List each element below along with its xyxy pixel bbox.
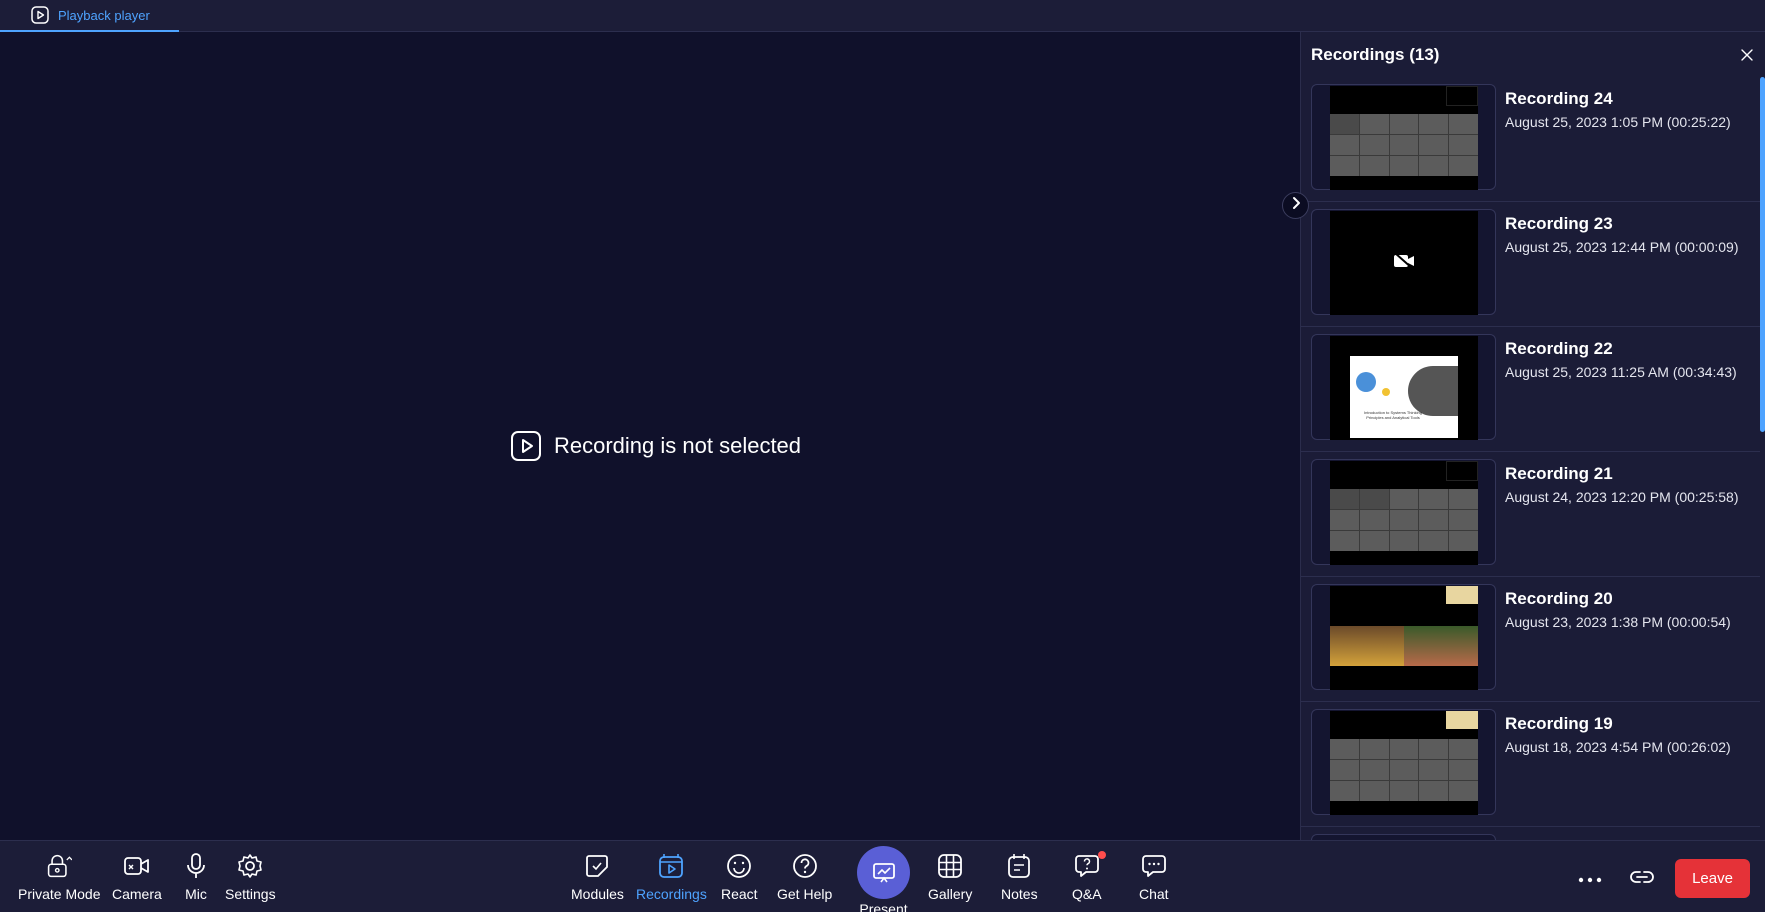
notes-label: Notes — [1001, 886, 1038, 902]
tab-label: Playback player — [58, 7, 150, 23]
play-square-icon — [30, 5, 50, 25]
qa-button[interactable]: Q&A — [1072, 851, 1106, 902]
recording-date: August 25, 2023 11:25 AM (00:34:43) — [1505, 364, 1737, 380]
present-icon — [857, 846, 910, 899]
private-mode-button[interactable]: Private Mode — [18, 853, 100, 902]
camera-button[interactable]: Camera — [112, 853, 162, 902]
chat-label: Chat — [1139, 886, 1169, 902]
recording-name: Recording 20 — [1505, 589, 1613, 608]
recording-thumbnail — [1311, 459, 1496, 565]
recording-item[interactable]: Recording 19 August 18, 2023 4:54 PM (00… — [1301, 702, 1761, 827]
recording-date: August 24, 2023 12:20 PM (00:25:58) — [1505, 489, 1739, 505]
recording-item[interactable]: Introduction to Systems Thinking Princip… — [1301, 327, 1761, 452]
empty-state: Recording is not selected — [510, 430, 801, 462]
recordings-panel: Recordings (13) Recording 24 August 25, — [1300, 32, 1765, 840]
recording-item[interactable]: Recording 23 August 25, 2023 12:44 PM (0… — [1301, 202, 1761, 327]
leave-button[interactable]: Leave — [1675, 859, 1750, 898]
help-icon — [792, 853, 818, 879]
more-options-button[interactable] — [1576, 865, 1604, 893]
recording-item[interactable]: Recording 20 August 23, 2023 1:38 PM (00… — [1301, 577, 1761, 702]
close-icon[interactable] — [1738, 46, 1756, 64]
mic-button[interactable]: Mic — [183, 853, 209, 902]
question-bubble-icon — [1074, 851, 1106, 879]
recording-thumbnail — [1311, 209, 1496, 315]
link-icon — [1630, 870, 1654, 889]
empty-state-message: Recording is not selected — [554, 433, 802, 458]
recording-thumbnail: Introduction to Systems Thinking Princip… — [1311, 334, 1496, 440]
collapse-panel-button[interactable] — [1282, 192, 1309, 219]
chat-icon — [1141, 853, 1167, 879]
present-label: Present — [859, 901, 908, 912]
recordings-icon — [658, 853, 684, 879]
scrollbar-thumb[interactable] — [1760, 77, 1765, 432]
present-button[interactable]: Present — [857, 846, 910, 912]
recording-name: Recording 22 — [1505, 339, 1613, 358]
recording-name: Recording 23 — [1505, 214, 1613, 233]
more-horizontal-icon — [1578, 870, 1602, 888]
tab-bar: Playback player — [0, 0, 1765, 32]
recording-name: Recording 21 — [1505, 464, 1613, 483]
tab-playback-player[interactable]: Playback player — [0, 0, 179, 32]
recording-item[interactable]: Recording 21 August 24, 2023 12:20 PM (0… — [1301, 452, 1761, 577]
microphone-icon — [183, 853, 209, 879]
panel-header: Recordings (13) — [1301, 32, 1765, 77]
gear-icon — [237, 853, 263, 879]
recording-thumbnail — [1311, 584, 1496, 690]
bottom-toolbar: Private Mode Camera Mic Settings Modules… — [0, 840, 1765, 912]
camera-label: Camera — [112, 886, 162, 902]
recording-item[interactable] — [1301, 827, 1761, 840]
camera-off-icon — [1393, 251, 1415, 275]
chat-button[interactable]: Chat — [1139, 853, 1169, 902]
modules-label: Modules — [571, 886, 624, 902]
recording-thumbnail — [1311, 709, 1496, 815]
recordings-label: Recordings — [636, 886, 707, 902]
recording-date: August 18, 2023 4:54 PM (00:26:02) — [1505, 739, 1731, 755]
chevron-right-icon — [1289, 196, 1303, 215]
recording-item[interactable]: Recording 24 August 25, 2023 1:05 PM (00… — [1301, 77, 1761, 202]
recording-thumbnail — [1311, 84, 1496, 190]
gallery-label: Gallery — [928, 886, 973, 902]
recording-date: August 23, 2023 1:38 PM (00:00:54) — [1505, 614, 1731, 630]
play-square-icon — [510, 430, 542, 462]
qa-label: Q&A — [1072, 886, 1102, 902]
recording-name: Recording 19 — [1505, 714, 1613, 733]
notes-button[interactable]: Notes — [1001, 853, 1038, 902]
private-mode-label: Private Mode — [18, 886, 101, 902]
settings-label: Settings — [225, 886, 276, 902]
get-help-label: Get Help — [777, 886, 833, 902]
recording-date: August 25, 2023 12:44 PM (00:00:09) — [1505, 239, 1739, 255]
panel-title: Recordings (13) — [1311, 44, 1440, 64]
settings-button[interactable]: Settings — [225, 853, 276, 902]
lock-icon — [46, 853, 73, 879]
panel-scrollbar[interactable] — [1760, 77, 1765, 840]
recording-date: August 25, 2023 1:05 PM (00:25:22) — [1505, 114, 1731, 130]
recordings-list: Recording 24 August 25, 2023 1:05 PM (00… — [1301, 77, 1761, 840]
copy-link-button[interactable] — [1628, 865, 1656, 893]
modules-button[interactable]: Modules — [571, 853, 624, 902]
react-label: React — [721, 886, 758, 902]
camera-icon — [123, 853, 150, 879]
get-help-button[interactable]: Get Help — [777, 853, 832, 902]
smiley-icon — [726, 853, 752, 879]
recordings-button[interactable]: Recordings — [636, 853, 707, 902]
slide-caption: Introduction to Systems Thinking Princip… — [1364, 410, 1422, 420]
playback-stage: Recording is not selected — [0, 32, 1300, 840]
mic-label: Mic — [185, 886, 207, 902]
notes-icon — [1006, 853, 1032, 879]
react-button[interactable]: React — [721, 853, 758, 902]
notification-dot — [1097, 851, 1106, 859]
grid-icon — [937, 853, 963, 879]
modules-icon — [584, 853, 610, 879]
gallery-button[interactable]: Gallery — [928, 853, 972, 902]
recording-name: Recording 24 — [1505, 89, 1613, 108]
